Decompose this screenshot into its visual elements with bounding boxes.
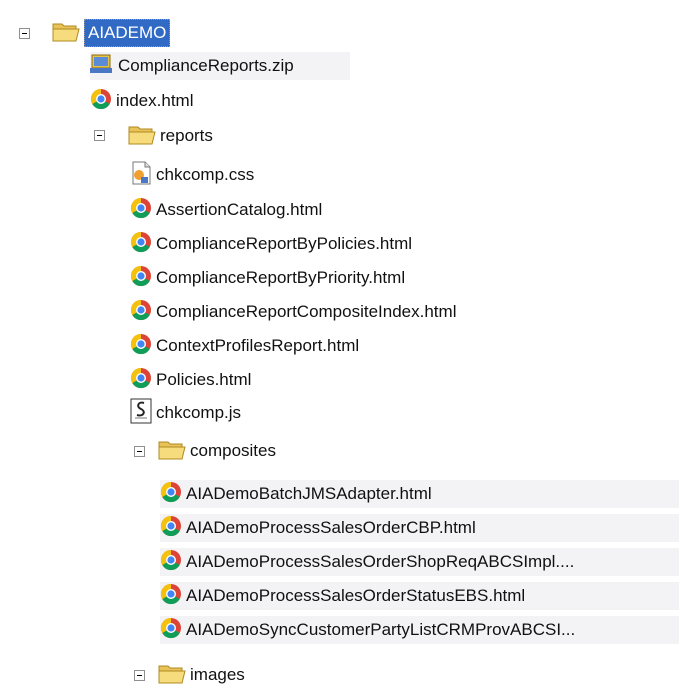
tree-node-label: ContextProfilesReport.html [156,336,360,355]
tree-node-label: reports [160,126,213,145]
folder-open-icon [128,123,156,150]
tree-node-assertioncatalog[interactable]: AssertionCatalog.html [130,196,322,224]
tree-node-label: AIADemoBatchJMSAdapter.html [186,484,432,503]
chrome-html-icon [160,549,182,576]
chrome-html-icon [130,367,152,394]
tree-node-contextprofilesreport[interactable]: ContextProfilesReport.html [130,332,359,360]
tree-node-aiademobatchjmsadapter[interactable]: AIADemoBatchJMSAdapter.html [160,480,679,508]
tree-node-label: ComplianceReportByPolicies.html [156,234,413,253]
chrome-html-icon [160,481,182,508]
chrome-html-icon [160,515,182,542]
tree-node-index-html[interactable]: index.html [90,87,193,115]
tree-node-compliancereportbypolicies[interactable]: ComplianceReportByPolicies.html [130,230,412,258]
tree-node-label: index.html [116,91,194,110]
tree-node-aiademoprocesssalesordercbp[interactable]: AIADemoProcessSalesOrderCBP.html [160,514,679,542]
folder-open-icon [158,438,186,465]
tree-node-chkcomp-js[interactable]: chkcomp.js [130,398,242,429]
zip-archive-icon [90,53,114,80]
tree-node-compliancereports-zip[interactable]: ComplianceReports.zip [90,52,350,80]
tree-node-images[interactable]: images [158,661,245,689]
tree-node-label: AIADemoSyncCustomerPartyListCRMProvABCSI… [186,620,576,639]
chrome-html-icon [90,88,112,115]
chrome-html-icon [130,265,152,292]
tree-node-label: chkcomp.css [156,165,255,184]
chrome-html-icon [130,299,152,326]
css-file-icon [130,161,152,190]
script-file-icon [130,398,152,429]
tree-node-label: AIADEMO [84,19,171,47]
tree-node-label: AssertionCatalog.html [156,200,323,219]
folder-open-icon [158,662,186,689]
tree-node-composites[interactable]: composites [158,437,276,465]
tree-node-label: images [190,665,245,684]
tree-node-aiademosynccustomerpartylist[interactable]: AIADemoSyncCustomerPartyListCRMProvABCSI… [160,616,679,644]
folder-open-icon [52,20,80,47]
tree-node-reports[interactable]: reports [128,122,213,150]
collapse-toggle-images[interactable] [134,670,145,681]
chrome-html-icon [130,333,152,360]
tree-node-aiademoprocesssalesordershopreqabcsimpl[interactable]: AIADemoProcessSalesOrderShopReqABCSImpl.… [160,548,679,576]
tree-node-policies[interactable]: Policies.html [130,366,251,394]
collapse-toggle-aiademo[interactable] [19,28,30,39]
tree-node-label: composites [190,441,276,460]
chrome-html-icon [160,617,182,644]
tree-node-label: AIADemoProcessSalesOrderCBP.html [186,518,476,537]
tree-node-aiademoprocesssalesorderstatusebs[interactable]: AIADemoProcessSalesOrderStatusEBS.html [160,582,679,610]
file-tree: AIADEMO ComplianceReports.zip index.html… [0,0,679,687]
tree-node-label: ComplianceReportByPriority.html [156,268,406,287]
collapse-toggle-reports[interactable] [94,130,105,141]
chrome-html-icon [130,231,152,258]
tree-node-aiademo[interactable]: AIADEMO [52,19,171,47]
tree-node-label: AIADemoProcessSalesOrderShopReqABCSImpl.… [186,552,575,571]
tree-node-label: AIADemoProcessSalesOrderStatusEBS.html [186,586,526,605]
tree-node-chkcomp-css[interactable]: chkcomp.css [130,161,254,189]
chrome-html-icon [160,583,182,610]
collapse-toggle-composites[interactable] [134,446,145,457]
tree-node-label: ComplianceReportCompositeIndex.html [156,302,457,321]
tree-node-compliancereportbypriority[interactable]: ComplianceReportByPriority.html [130,264,405,292]
tree-node-label: Policies.html [156,370,252,389]
tree-node-label: ComplianceReports.zip [118,56,294,75]
tree-node-compliancereportcompositeindex[interactable]: ComplianceReportCompositeIndex.html [130,298,456,326]
tree-node-label: chkcomp.js [156,403,242,422]
chrome-html-icon [130,197,152,224]
